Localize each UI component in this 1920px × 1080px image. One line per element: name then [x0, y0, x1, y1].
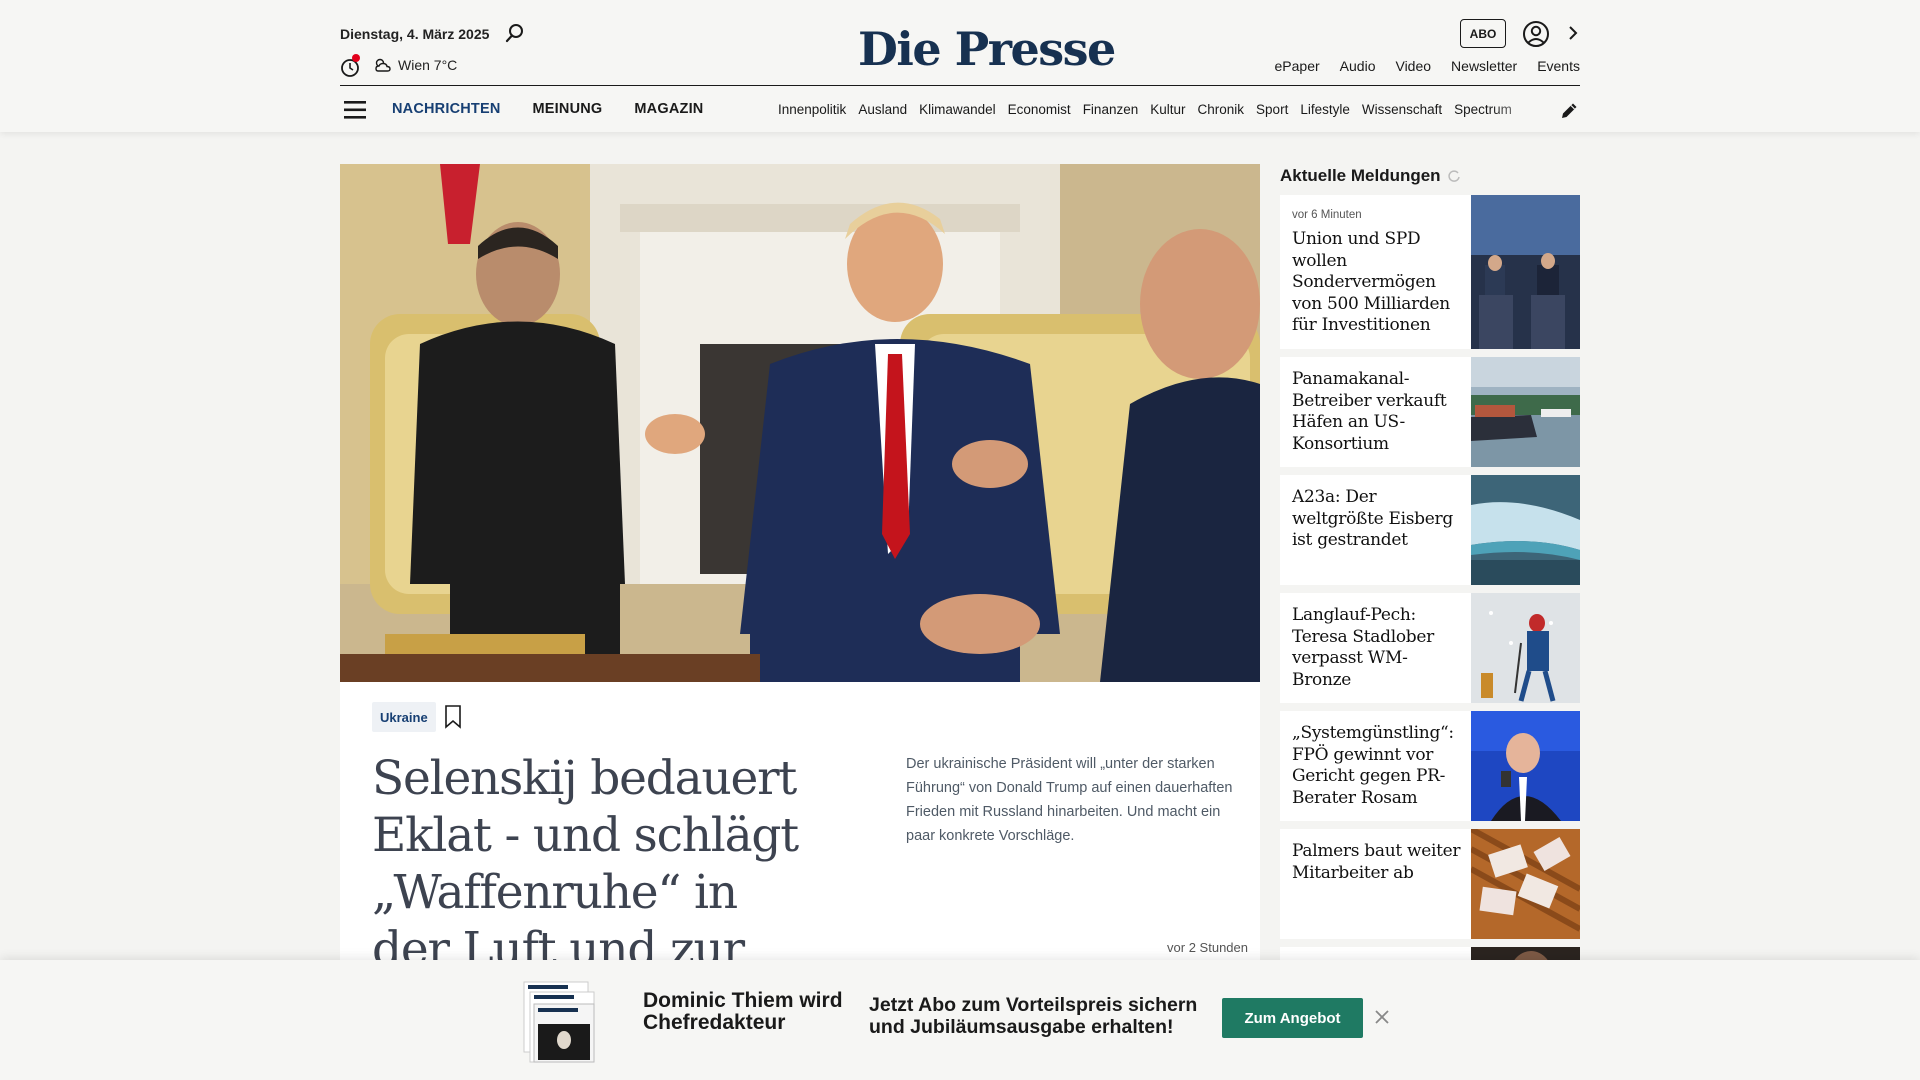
- news-item-thumbnail: [1471, 195, 1580, 349]
- subnav-wissenschaft[interactable]: Wissenschaft: [1362, 102, 1442, 117]
- news-item-title: A23a: Der weltgrößte Eisberg ist gestran…: [1292, 487, 1453, 550]
- subnav-economist[interactable]: Economist: [1008, 102, 1071, 117]
- partly-cloudy-icon: [375, 58, 391, 72]
- subnav-sport[interactable]: Sport: [1256, 102, 1288, 117]
- category-tag[interactable]: Ukraine: [372, 702, 436, 732]
- link-epaper[interactable]: ePaper: [1275, 58, 1320, 74]
- news-item-title: Union und SPD wollen Sondervermögen von …: [1292, 229, 1450, 335]
- zum-angebot-button[interactable]: Zum Angebot: [1222, 998, 1363, 1038]
- user-account-icon[interactable]: [1522, 20, 1550, 48]
- news-item[interactable]: Palmers baut weiter Mitarbeiter ab: [1280, 829, 1580, 939]
- chevron-right-icon[interactable]: [1566, 22, 1580, 44]
- news-item-thumbnail: [1471, 593, 1580, 703]
- news-item-title: Palmers baut weiter Mitarbeiter ab: [1292, 841, 1461, 883]
- abo-button[interactable]: ABO: [1460, 19, 1506, 48]
- promo-text: Jetzt Abo zum Vorteilspreis sichern und …: [869, 994, 1198, 1038]
- hero-photo: [340, 164, 1260, 682]
- link-events[interactable]: Events: [1537, 58, 1580, 74]
- hamburger-menu-icon[interactable]: [344, 100, 368, 120]
- weather-widget[interactable]: Wien 7°C: [372, 56, 457, 74]
- subnav-ausland[interactable]: Ausland: [858, 102, 907, 117]
- news-item-thumbnail: [1471, 475, 1580, 585]
- site-logo[interactable]: Die Presse: [858, 22, 1116, 76]
- subscription-promo-bar: Dominic Thiem wird Chefredakteur Jetzt A…: [0, 960, 1920, 1080]
- bookmark-icon[interactable]: [444, 704, 462, 730]
- hero-image[interactable]: [340, 164, 1260, 682]
- sidebar-title-text: Aktuelle Meldungen: [1280, 166, 1441, 185]
- newspaper-stack-image: [523, 981, 595, 1063]
- header-inner: Dienstag, 4. März 2025 Wien 7°C Die Pres…: [340, 0, 1580, 132]
- subnav-chronik[interactable]: Chronik: [1198, 102, 1245, 117]
- close-icon[interactable]: [1373, 1008, 1391, 1026]
- main-nav: NACHRICHTEN MEINUNG MAGAZIN: [392, 101, 703, 117]
- sub-nav: Innenpolitik Ausland Klimawandel Economi…: [778, 102, 1548, 117]
- site-header: Dienstag, 4. März 2025 Wien 7°C Die Pres…: [0, 0, 1920, 132]
- search-icon[interactable]: [504, 22, 526, 44]
- top-links: ePaper Audio Video Newsletter Events: [1275, 58, 1580, 74]
- news-item-time: vor 6 Minuten: [1292, 209, 1362, 221]
- news-item-thumbnail: [1471, 829, 1580, 939]
- nav-nachrichten[interactable]: NACHRICHTEN: [392, 101, 501, 117]
- subnav-finanzen[interactable]: Finanzen: [1083, 102, 1139, 117]
- subnav-fade: [1490, 95, 1550, 125]
- news-item[interactable]: Panamakanal-Betreiber verkauft Häfen an …: [1280, 357, 1580, 467]
- link-video[interactable]: Video: [1395, 58, 1431, 74]
- link-newsletter[interactable]: Newsletter: [1451, 58, 1517, 74]
- article-age: vor 2 Stunden: [1167, 940, 1248, 955]
- news-item-title: Panamakanal-Betreiber verkauft Häfen an …: [1292, 369, 1447, 454]
- news-item-title: „Systemgünstling“: FPÖ gewinnt vor Geric…: [1292, 723, 1454, 808]
- current-date: Dienstag, 4. März 2025: [340, 26, 490, 42]
- news-item[interactable]: A23a: Der weltgrößte Eisberg ist gestran…: [1280, 475, 1580, 585]
- news-item[interactable]: „Systemgünstling“: FPÖ gewinnt vor Geric…: [1280, 711, 1580, 821]
- notification-dot: [352, 54, 360, 62]
- link-audio[interactable]: Audio: [1340, 58, 1376, 74]
- article-teaser: Der ukrainische Präsident will „unter de…: [906, 756, 1233, 844]
- refresh-icon: [1447, 170, 1460, 182]
- nav-magazin[interactable]: MAGAZIN: [634, 101, 703, 117]
- lead-article: Ukraine Selenskij bedauert Eklat - und s…: [340, 682, 1260, 1034]
- news-item[interactable]: Langlauf-Pech: Teresa Stadlober verpasst…: [1280, 593, 1580, 703]
- pencil-icon[interactable]: [1558, 100, 1580, 122]
- news-item-thumbnail: [1471, 357, 1580, 467]
- nav-meinung[interactable]: MEINUNG: [533, 101, 603, 117]
- news-item-title: Langlauf-Pech: Teresa Stadlober verpasst…: [1292, 605, 1434, 690]
- news-item[interactable]: vor 6 Minuten Union und SPD wollen Sonde…: [1280, 195, 1580, 349]
- header-divider: [340, 85, 1580, 86]
- weather-label: Wien 7°C: [398, 57, 458, 73]
- subnav-innenpolitik[interactable]: Innenpolitik: [778, 102, 846, 117]
- sidebar-title: Aktuelle Meldungen: [1280, 166, 1461, 186]
- promo-headline: Dominic Thiem wird Chefredakteur: [643, 989, 843, 1034]
- subnav-lifestyle[interactable]: Lifestyle: [1300, 102, 1350, 117]
- subnav-kultur[interactable]: Kultur: [1150, 102, 1185, 117]
- news-item-thumbnail: [1471, 711, 1580, 821]
- subnav-klimawandel[interactable]: Klimawandel: [919, 102, 996, 117]
